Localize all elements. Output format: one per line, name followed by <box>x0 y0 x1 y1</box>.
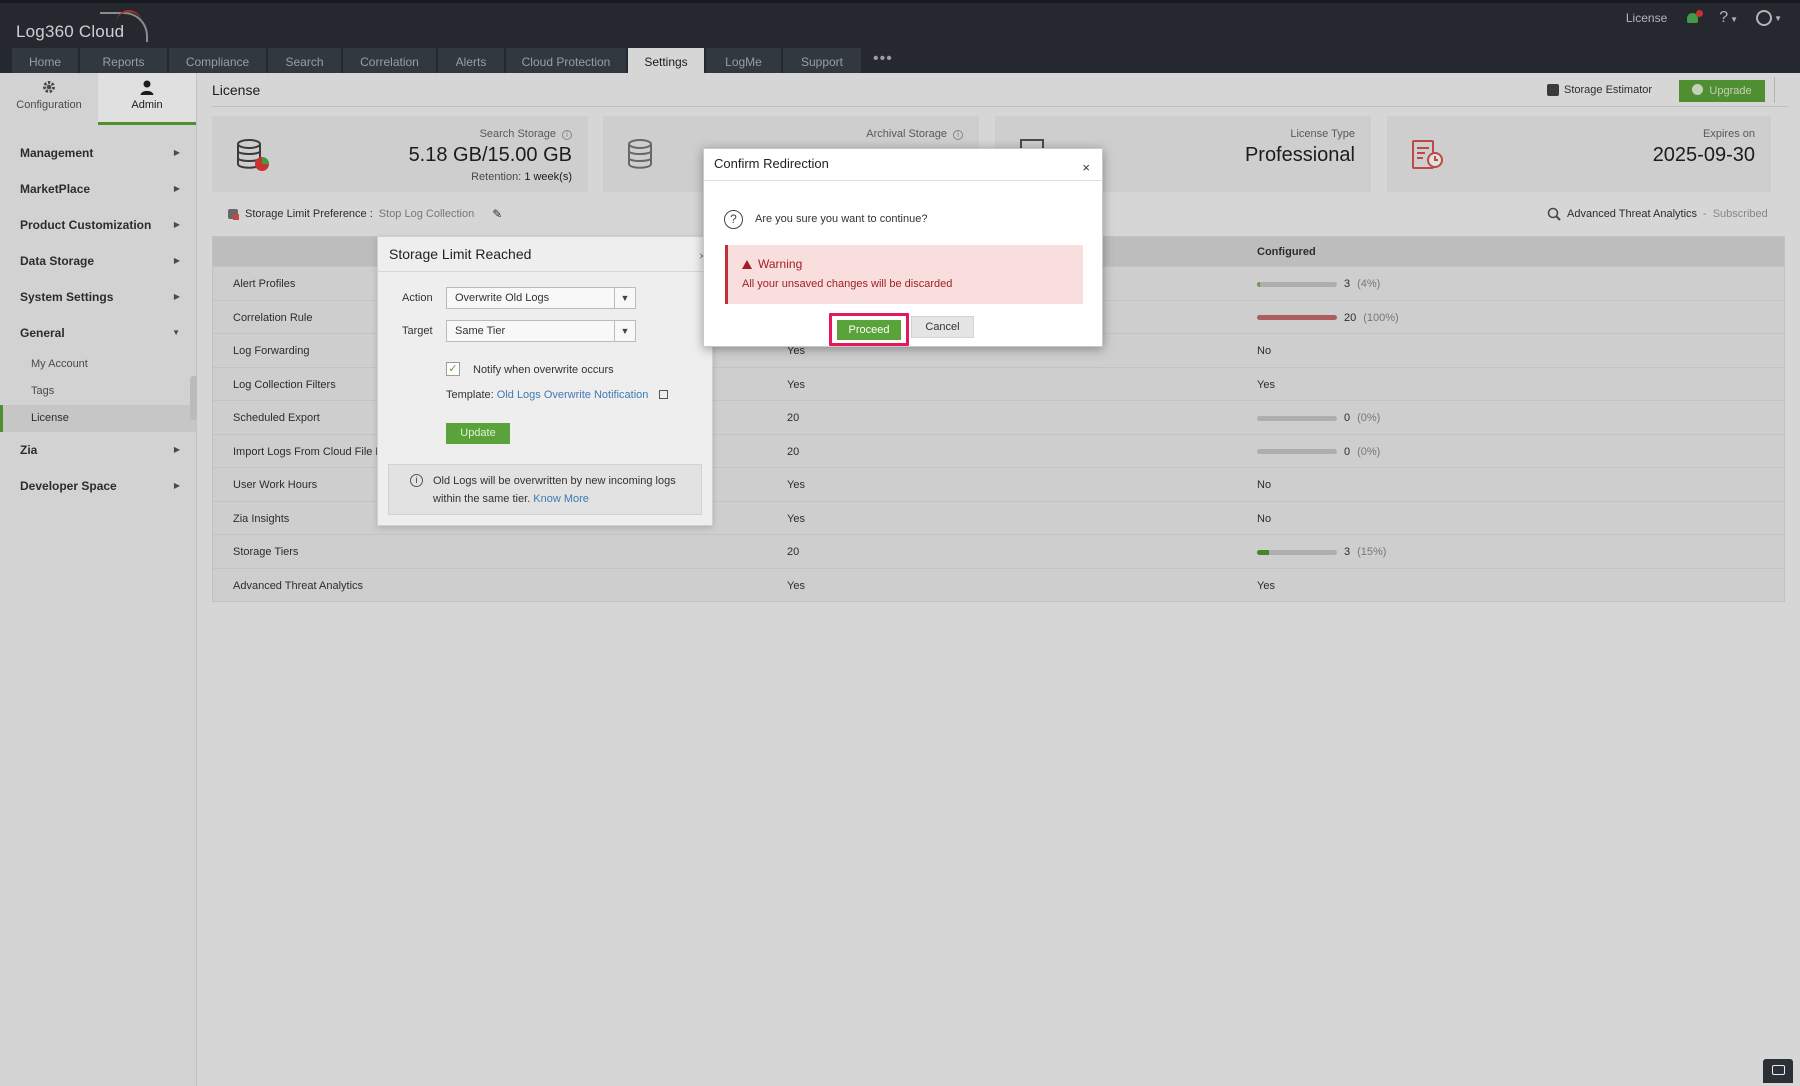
divider <box>378 271 712 272</box>
question-icon: ? <box>724 210 743 229</box>
warning-title-text: Warning <box>758 257 803 271</box>
storage-limit-popup: Storage Limit Reached × Action Overwrite… <box>377 236 713 526</box>
notify-label: Notify when overwrite occurs <box>473 364 614 376</box>
popup-info-box: i Old Logs will be overwritten by new in… <box>388 464 702 515</box>
chevron-down-icon: ▼ <box>614 288 635 308</box>
popup-title: Storage Limit Reached <box>389 246 532 262</box>
modal-question: Are you sure you want to continue? <box>755 213 928 225</box>
update-button[interactable]: Update <box>446 423 510 444</box>
action-select[interactable]: Overwrite Old Logs ▼ <box>446 287 636 309</box>
cancel-button[interactable]: Cancel <box>911 316 974 338</box>
warning-title: Warning <box>742 257 802 271</box>
warning-icon <box>742 259 752 269</box>
template-link[interactable]: Old Logs Overwrite Notification <box>497 389 649 401</box>
modal-title: Confirm Redirection <box>714 156 829 171</box>
confirm-redirection-modal: Confirm Redirection × ? Are you sure you… <box>703 148 1103 347</box>
info-icon: i <box>410 474 423 487</box>
target-label: Target <box>402 325 433 337</box>
notify-checkbox[interactable]: ✓ <box>446 362 460 376</box>
chat-button[interactable] <box>1763 1059 1793 1083</box>
chat-icon <box>1772 1065 1785 1075</box>
warning-box: Warning All your unsaved changes will be… <box>725 245 1083 304</box>
proceed-button[interactable]: Proceed <box>837 320 901 340</box>
template-label: Template: <box>446 389 494 401</box>
close-icon[interactable]: × <box>1082 160 1090 175</box>
chevron-down-icon: ▼ <box>614 321 635 341</box>
action-select-value: Overwrite Old Logs <box>455 292 550 304</box>
external-link-icon[interactable] <box>659 390 669 399</box>
warning-text: All your unsaved changes will be discard… <box>742 278 953 290</box>
divider <box>704 180 1102 181</box>
template-row: Template: Old Logs Overwrite Notificatio… <box>446 389 669 401</box>
know-more-link[interactable]: Know More <box>533 493 589 505</box>
target-select-value: Same Tier <box>455 325 506 337</box>
target-select[interactable]: Same Tier ▼ <box>446 320 636 342</box>
action-label: Action <box>402 292 433 304</box>
proceed-highlight: Proceed <box>829 313 909 346</box>
